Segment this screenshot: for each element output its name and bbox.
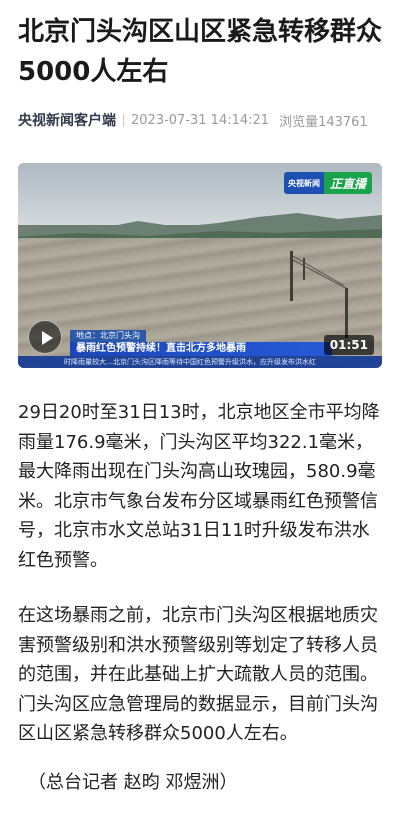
view-count: 浏览量143761 — [279, 114, 368, 130]
reporter-byline: （总台记者 赵昀 邓煜洲） — [28, 772, 238, 793]
article-headline: 北京门头沟区山区紧急转移群众5000人左右 — [18, 17, 383, 87]
news-ticker: 时降雨量较大…北京门头沟区降雨等待中国红色预警升级洪水，应升级发布洪水红 — [18, 356, 382, 368]
article-paragraph-2: 在这场暴雨之前，北京市门头沟区根据地质灾害预警级别和洪水预警级别等划定了转移人员… — [18, 605, 378, 744]
news-banner: 暴雨红色预警持续！直击北方多地暴雨 — [70, 342, 332, 356]
meta-divider — [123, 113, 124, 127]
source-name[interactable]: 央视新闻客户端 — [18, 110, 116, 130]
video-duration: 01:51 — [323, 335, 374, 355]
video-player[interactable]: 央视新闻 正直播 地点：北京门头沟 暴雨红色预警持续！直击北方多地暴雨 时降雨量… — [18, 163, 382, 368]
channel-logo: 央视新闻 — [283, 172, 324, 194]
live-label: 正直播 — [323, 172, 372, 194]
live-badge: 央视新闻 正直播 — [283, 172, 372, 194]
article-paragraph-1: 29日20时至31日13时，北京地区全市平均降雨量176.9毫米，门头沟区平均3… — [18, 402, 380, 571]
article-meta: 央视新闻客户端 2023-07-31 14:14:21 浏览量143761 — [18, 110, 368, 130]
video-hills — [18, 213, 382, 243]
publish-time: 2023-07-31 14:14:21 — [131, 112, 270, 128]
location-tag: 地点：北京门头沟 — [70, 330, 146, 342]
utility-pole — [345, 288, 348, 338]
play-button[interactable] — [28, 320, 62, 354]
play-icon — [42, 331, 53, 345]
